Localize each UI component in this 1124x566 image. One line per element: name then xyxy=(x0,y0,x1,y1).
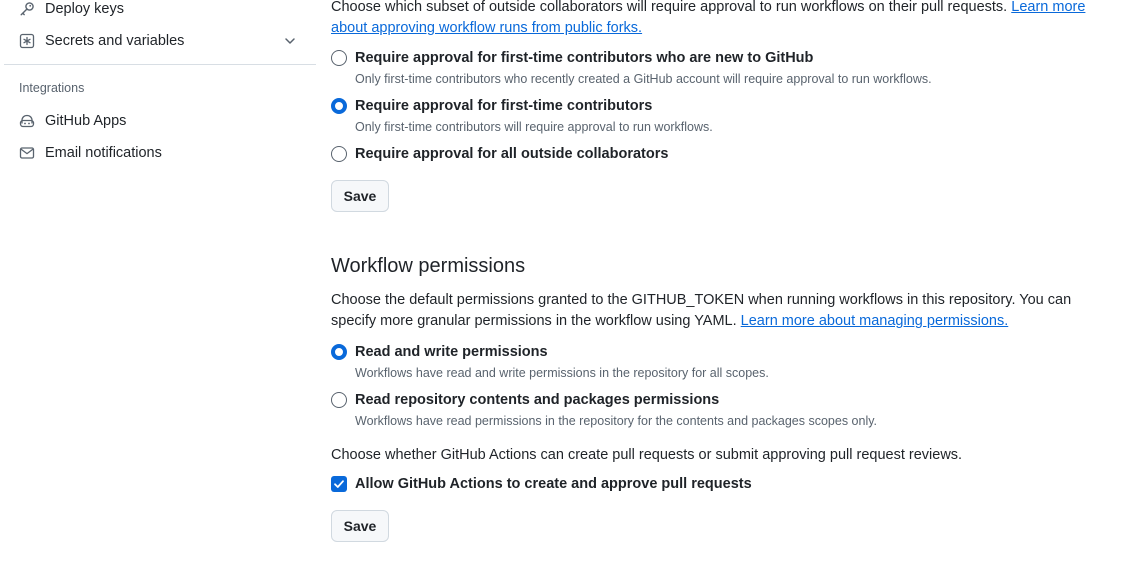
link-text[interactable]: Learn more xyxy=(1011,0,1085,15)
checkmark-icon xyxy=(334,480,344,488)
fork-approval-option-new-to-github[interactable]: Require approval for first-time contribu… xyxy=(331,48,813,68)
intro-text: Choose the default permissions granted t… xyxy=(331,292,1072,308)
sidebar-item-secrets-and-variables[interactable]: Secrets and variables xyxy=(8,26,308,56)
sidebar-item-label: GitHub Apps xyxy=(45,113,127,129)
learn-more-permissions-link[interactable]: Learn more about managing permissions. xyxy=(741,313,1009,329)
option-description: Only first-time contributors who recentl… xyxy=(355,72,932,86)
sidebar-item-label: Email notifications xyxy=(45,145,162,161)
radio-button[interactable] xyxy=(331,146,347,162)
option-description: Workflows have read permissions in the r… xyxy=(355,414,878,428)
key-icon xyxy=(18,0,36,18)
settings-sidebar: Deploy keys Secrets and variables Integr… xyxy=(0,0,316,566)
sidebar-item-label: Secrets and variables xyxy=(45,33,185,49)
option-label[interactable]: Require approval for all outside collabo… xyxy=(355,144,668,164)
sidebar-item-github-apps[interactable]: GitHub Apps xyxy=(8,106,308,136)
option-label[interactable]: Read repository contents and packages pe… xyxy=(355,390,719,410)
workflow-permissions-intro: Choose the default permissions granted t… xyxy=(331,290,1101,332)
option-description: Only first-time contributors will requir… xyxy=(355,120,713,134)
fork-approval-intro-text: Choose which subset of outside collabora… xyxy=(331,0,1008,15)
fork-approval-option-first-time[interactable]: Require approval for first-time contribu… xyxy=(331,96,652,116)
radio-button[interactable] xyxy=(331,98,347,114)
sidebar-section-heading: Integrations xyxy=(19,81,85,95)
settings-page: Deploy keys Secrets and variables Integr… xyxy=(0,0,1124,566)
option-label[interactable]: Require approval for first-time contribu… xyxy=(355,96,652,116)
permission-option-read-write[interactable]: Read and write permissions xyxy=(331,342,548,362)
mail-icon xyxy=(18,144,36,162)
radio-button[interactable] xyxy=(331,344,347,360)
intro-text: specify more granular permissions in the… xyxy=(331,313,737,329)
sidebar-item-email-notifications[interactable]: Email notifications xyxy=(8,138,308,168)
radio-button[interactable] xyxy=(331,392,347,408)
pr-permission-prompt: Choose whether GitHub Actions can create… xyxy=(331,447,963,463)
chevron-down-icon[interactable] xyxy=(282,33,298,49)
save-fork-approval-button[interactable]: Save xyxy=(331,180,389,212)
link-text[interactable]: about approving workflow runs from publi… xyxy=(331,20,642,36)
allow-actions-pr-checkbox-row[interactable]: Allow GitHub Actions to create and appro… xyxy=(331,474,752,494)
save-workflow-permissions-button[interactable]: Save xyxy=(331,510,389,542)
workflow-permissions-title: Workflow permissions xyxy=(331,255,526,277)
fork-approval-intro: Choose which subset of outside collabora… xyxy=(331,0,1101,39)
radio-button[interactable] xyxy=(331,50,347,66)
checkbox-label[interactable]: Allow GitHub Actions to create and appro… xyxy=(355,474,752,494)
sidebar-item-label: Deploy keys xyxy=(45,1,124,17)
permission-option-read-only[interactable]: Read repository contents and packages pe… xyxy=(331,390,719,410)
allow-actions-pr-checkbox[interactable] xyxy=(331,476,347,492)
option-label[interactable]: Read and write permissions xyxy=(355,342,548,362)
option-label[interactable]: Require approval for first-time contribu… xyxy=(355,48,813,68)
asterisk-icon xyxy=(18,32,36,50)
sidebar-item-deploy-keys[interactable]: Deploy keys xyxy=(8,0,308,24)
fork-approval-option-all-outside[interactable]: Require approval for all outside collabo… xyxy=(331,144,668,164)
option-description: Workflows have read and write permission… xyxy=(355,366,769,380)
github-apps-icon xyxy=(18,112,36,130)
sidebar-divider xyxy=(4,64,316,65)
